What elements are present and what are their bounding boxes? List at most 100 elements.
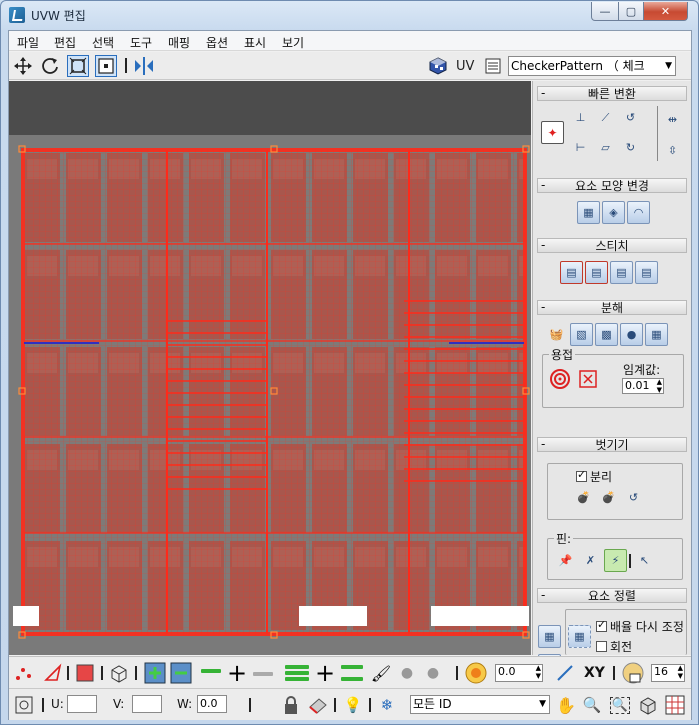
flatten-button[interactable]: ●	[620, 323, 643, 346]
uv-canvas[interactable]	[9, 81, 531, 655]
ring-icon[interactable]	[341, 677, 363, 681]
rollout-reshape-elements[interactable]: - 요소 모양 변경	[537, 178, 687, 193]
circularize-button[interactable]: ◠	[627, 201, 650, 224]
material-id-dropdown[interactable]: 모든 ID ▼	[410, 695, 550, 714]
explode-grid-button[interactable]: ▦	[645, 323, 668, 346]
rotate-cw-button[interactable]: ↻	[619, 136, 642, 159]
move-tool-button[interactable]	[12, 55, 34, 77]
align-horizontal-button[interactable]: ⊥	[569, 106, 592, 129]
mirror-tool-button[interactable]	[133, 55, 155, 77]
minimize-button[interactable]: —	[591, 2, 619, 21]
soft-select-button[interactable]	[464, 661, 488, 685]
edge-mode-button[interactable]	[41, 661, 65, 685]
bulb-button[interactable]: 💡	[341, 693, 365, 717]
rotate-tool-button[interactable]	[39, 55, 61, 77]
ruler-toggle-button[interactable]	[621, 661, 645, 685]
menu-mapping[interactable]: 매핑	[168, 34, 190, 51]
pack-normalize-button[interactable]: ▦	[538, 625, 561, 648]
pin-button[interactable]: 📌	[554, 549, 577, 572]
loop-icon[interactable]	[285, 671, 309, 675]
element-mode-button[interactable]	[107, 661, 131, 685]
menu-view[interactable]: 보기	[282, 34, 304, 51]
reset-peel-button[interactable]: ↺	[622, 486, 645, 509]
spinner-arrows-icon[interactable]: ▲ ▼	[536, 664, 541, 680]
spinner-arrows-icon[interactable]: ▲ ▼	[678, 664, 683, 680]
pan-button[interactable]: ✋	[554, 693, 578, 717]
loop-grow-icon[interactable]	[201, 669, 221, 673]
rescale-checkbox[interactable]	[596, 618, 607, 632]
freeform-tool-button[interactable]	[95, 55, 117, 77]
stitch-to-source-button[interactable]: ▤	[585, 261, 608, 284]
paint-grow-button[interactable]: ●	[395, 661, 419, 685]
break-button[interactable]: ▧	[570, 323, 593, 346]
v-coordinate-input[interactable]	[132, 695, 162, 713]
loop-shrink-icon[interactable]	[253, 672, 273, 676]
rollout-peel[interactable]: - 벗기기	[537, 437, 687, 452]
auto-pin-button[interactable]: ⚡	[604, 549, 627, 572]
detach-checkbox-row[interactable]: 분리	[576, 468, 612, 485]
ring-plus-button[interactable]: +	[313, 661, 337, 685]
freeze-button[interactable]: ❄	[375, 693, 399, 717]
u-coordinate-input[interactable]	[67, 695, 97, 713]
stitch-average-button[interactable]: ▤	[610, 261, 633, 284]
lock-selection-button[interactable]	[279, 693, 303, 717]
rotate-ccw-button[interactable]: ↺	[619, 106, 642, 129]
grid-size-spinner[interactable]: 16 ▲ ▼	[651, 664, 685, 682]
weld-target-button[interactable]	[548, 367, 571, 390]
title-bar[interactable]: UVW 편집 — ▢ ✕	[1, 1, 698, 29]
ring-icon[interactable]	[341, 665, 363, 669]
hide-selected-button[interactable]	[306, 693, 330, 717]
rollout-quick-transform[interactable]: - 빠른 변환	[537, 86, 687, 101]
ring-grow-button[interactable]: +	[225, 661, 249, 685]
rotate-checkbox-row[interactable]: 회전	[596, 638, 632, 655]
face-mode-button[interactable]	[73, 661, 97, 685]
rotate-checkbox[interactable]	[596, 641, 607, 652]
shrink-selection-button[interactable]	[169, 661, 193, 685]
relax-button[interactable]: ◈	[602, 201, 625, 224]
weld-selected-button[interactable]	[576, 367, 599, 390]
menu-display[interactable]: 표시	[244, 34, 266, 51]
uv-viewport[interactable]	[9, 81, 531, 655]
falloff-line-button[interactable]	[553, 661, 577, 685]
straighten-selection-button[interactable]: ▦	[577, 201, 600, 224]
texture-settings-button[interactable]	[482, 55, 504, 77]
paint-shrink-button[interactable]: ●	[421, 661, 445, 685]
spinner-arrows-icon[interactable]: ▲ ▼	[657, 378, 662, 394]
peel-mode-button[interactable]: 💣	[597, 486, 620, 509]
paint-select-button[interactable]: 🖌	[369, 661, 393, 685]
threshold-spinner[interactable]: 0.01 ▲ ▼	[622, 378, 664, 394]
select-pins-button[interactable]: ↖	[633, 549, 656, 572]
pivot-button[interactable]: ✦	[541, 121, 564, 144]
rollout-explode[interactable]: - 분해	[537, 300, 687, 315]
align-vertical-button[interactable]: ⊢	[569, 136, 592, 159]
menu-options[interactable]: 옵션	[206, 34, 228, 51]
stitch-to-target-button[interactable]: ▤	[560, 261, 583, 284]
rollout-arrange-elements[interactable]: - 요소 정렬	[537, 588, 687, 603]
space-vertical-button[interactable]: ⇳	[661, 139, 684, 162]
detach-edge-button[interactable]: ▩	[595, 323, 618, 346]
w-coordinate-input[interactable]: 0.0	[197, 695, 227, 713]
menu-tools[interactable]: 도구	[130, 34, 152, 51]
quick-peel-button[interactable]: 💣	[572, 486, 595, 509]
loop-icon[interactable]	[285, 677, 309, 681]
space-horizontal-button[interactable]: ⇹	[661, 108, 684, 131]
vertex-mode-button[interactable]	[11, 661, 35, 685]
menu-file[interactable]: 파일	[17, 34, 39, 51]
zoom-region-button[interactable]: 🔍	[608, 693, 632, 717]
menu-select[interactable]: 선택	[92, 34, 114, 51]
grid-snap-button[interactable]	[663, 693, 687, 717]
absolute-offset-button[interactable]	[12, 693, 36, 717]
unpin-button[interactable]: ✗	[579, 549, 602, 572]
loop-icon[interactable]	[285, 665, 309, 669]
show-map-button[interactable]	[427, 55, 449, 77]
straighten-button[interactable]: ▱	[594, 136, 617, 159]
rescale-checkbox-row[interactable]: 배율 다시 조정	[596, 618, 684, 635]
zoom-button[interactable]: 🔍	[580, 693, 604, 717]
stitch-custom-button[interactable]: ▤	[635, 261, 658, 284]
soft-select-value[interactable]: 0.0 ▲ ▼	[495, 664, 543, 682]
texture-dropdown[interactable]: CheckerPattern （ 체크 ▼	[508, 56, 676, 76]
detach-checkbox[interactable]	[576, 468, 587, 482]
explode-basket-button[interactable]: 🧺	[545, 323, 568, 346]
maximize-button[interactable]: ▢	[618, 2, 644, 21]
rollout-stitch[interactable]: - 스티치	[537, 238, 687, 253]
